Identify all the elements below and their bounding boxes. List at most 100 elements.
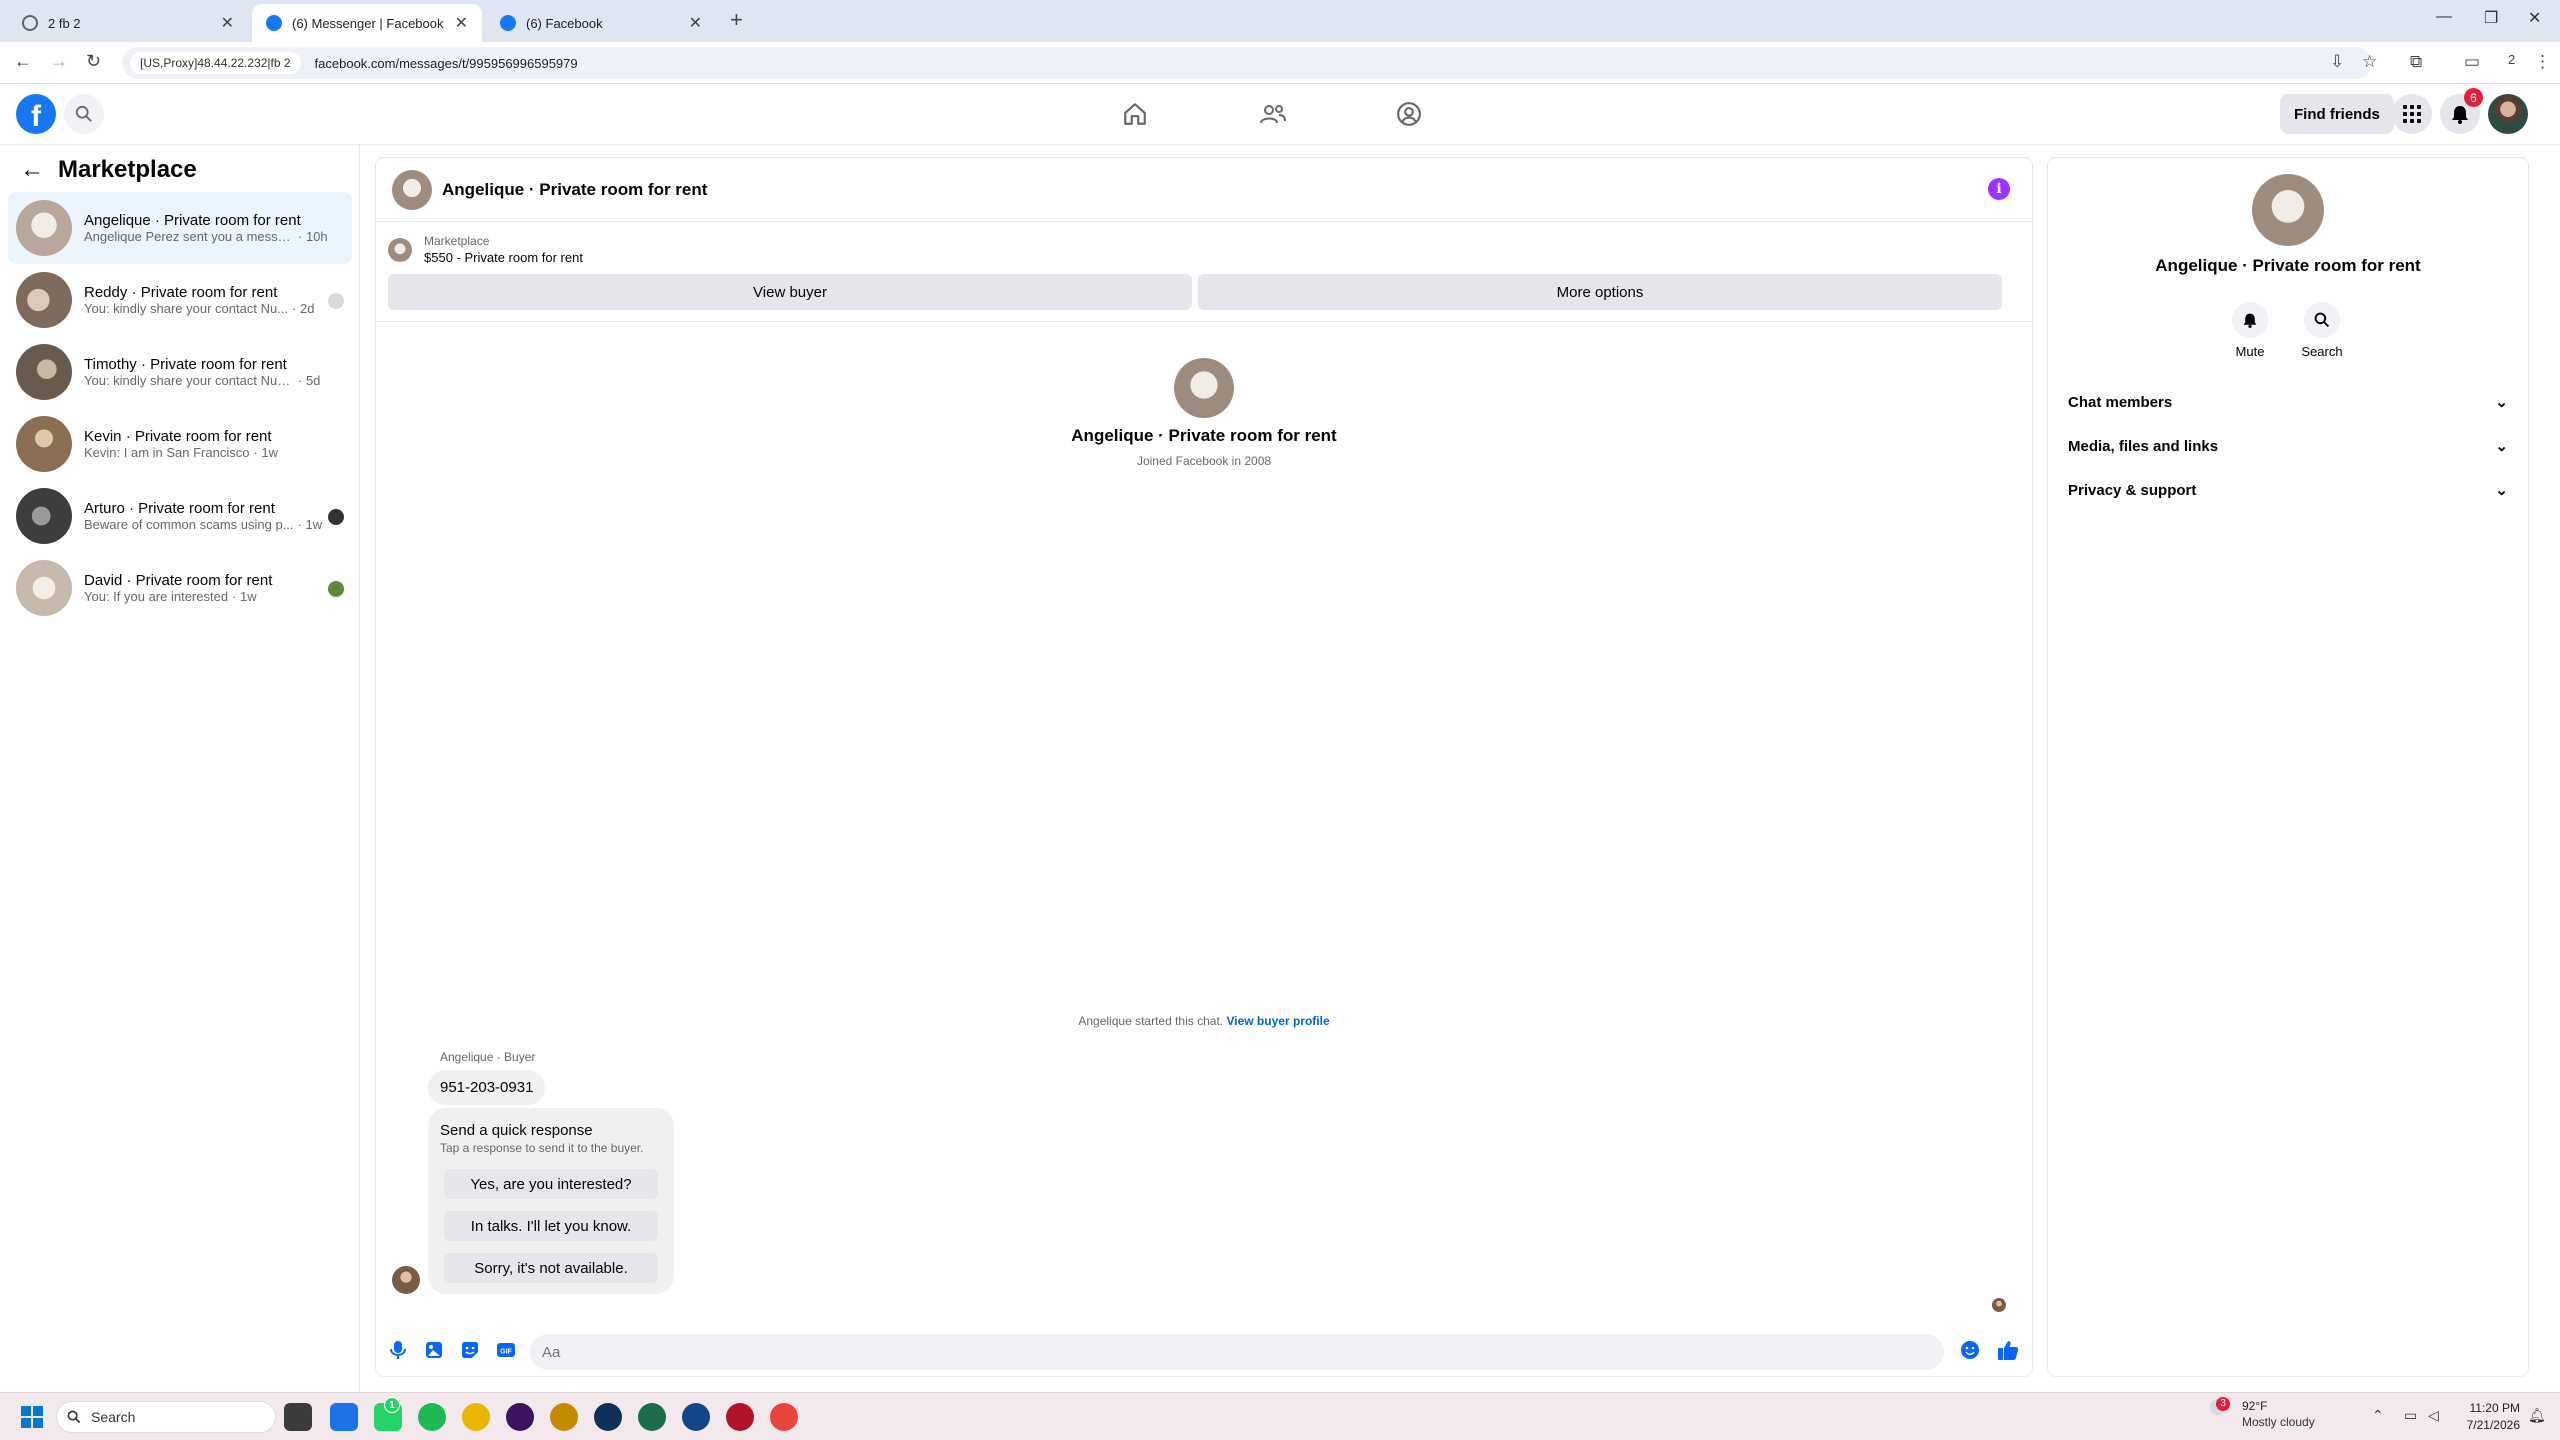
- view-buyer-button[interactable]: View buyer: [388, 274, 1192, 310]
- bookmark-star-icon[interactable]: ☆: [2362, 52, 2377, 72]
- more-options-button[interactable]: More options: [1198, 274, 2002, 310]
- section-label: Privacy & support: [2068, 481, 2197, 499]
- quick-response-button[interactable]: Yes, are you interested?: [444, 1169, 658, 1199]
- chat-avatar[interactable]: [392, 169, 432, 210]
- conversation-name: Arturo · Private room for rent: [84, 500, 275, 517]
- conversation-item[interactable]: Timothy · Private room for rent You: kin…: [8, 336, 352, 408]
- media-files-links-section[interactable]: Media, files and links ⌄: [2056, 424, 2520, 468]
- search-in-conversation-button[interactable]: Search: [2292, 302, 2352, 359]
- chat-members-section[interactable]: Chat members ⌄: [2056, 380, 2520, 424]
- intro-avatar: [1174, 358, 1234, 418]
- quick-response-button[interactable]: Sorry, it's not available.: [444, 1253, 658, 1283]
- chevron-down-icon: ⌄: [2495, 394, 2508, 411]
- profile-button[interactable]: [1394, 99, 1424, 129]
- conversation-item[interactable]: Kevin · Private room for rent Kevin: I a…: [8, 408, 352, 480]
- bell-icon: [2232, 302, 2268, 338]
- browser-tab-3[interactable]: (6) Facebook ✕: [486, 4, 716, 42]
- browser-tab-2[interactable]: (6) Messenger | Facebook ✕: [252, 4, 482, 42]
- browser-profile-5-icon[interactable]: [682, 1403, 710, 1431]
- chrome-icon[interactable]: [330, 1403, 358, 1431]
- menu-button[interactable]: [2392, 94, 2432, 134]
- listing-thumbnail: [388, 238, 412, 262]
- conversation-preview: Beware of common scams using p... · 1w: [84, 517, 334, 532]
- search-icon: [2304, 302, 2340, 338]
- home-button[interactable]: [1120, 99, 1150, 129]
- photo-icon[interactable]: [422, 1338, 446, 1362]
- omnibox[interactable]: [US,Proxy]48.44.22.232|fb 2 facebook.com…: [122, 47, 2372, 79]
- facebook-logo-icon[interactable]: f: [16, 94, 56, 134]
- forward-arrow-icon[interactable]: →: [50, 51, 68, 72]
- close-icon[interactable]: ✕: [455, 13, 468, 33]
- preview-text: Angelique Perez sent you a message...: [84, 229, 294, 244]
- conversation-item[interactable]: David · Private room for rent You: If yo…: [8, 552, 352, 624]
- message-input[interactable]: [530, 1334, 1944, 1370]
- extensions-icon[interactable]: ⧉: [2410, 52, 2422, 72]
- new-tab-button[interactable]: +: [730, 7, 743, 33]
- file-explorer-icon[interactable]: [284, 1403, 312, 1431]
- chrome-alt-icon[interactable]: [770, 1403, 798, 1431]
- spotify-icon[interactable]: [418, 1403, 446, 1431]
- profile-intro: Angelique · Private room for rent Joined…: [376, 358, 2032, 468]
- preview-text: You: kindly share your contact Numbe...: [84, 373, 294, 388]
- marketplace-sidebar: ← Marketplace Angelique · Private room f…: [0, 144, 360, 1392]
- seen-avatar-icon: [328, 293, 344, 309]
- profile-number[interactable]: 2: [2508, 52, 2515, 67]
- conversation-item[interactable]: Arturo · Private room for rent Beware of…: [8, 480, 352, 552]
- browser-tab-1[interactable]: 2 fb 2 ✕: [8, 4, 248, 42]
- reload-icon[interactable]: ↻: [86, 51, 101, 72]
- find-friends-button[interactable]: Find friends: [2280, 94, 2394, 134]
- browser-profile-2-icon[interactable]: [550, 1403, 578, 1431]
- mute-button[interactable]: Mute: [2220, 302, 2280, 359]
- gif-icon[interactable]: GIF: [494, 1338, 518, 1362]
- chat-started-notice: Angelique started this chat. View buyer …: [376, 1014, 2032, 1028]
- search-button[interactable]: [64, 94, 104, 134]
- browser-profile-3-icon[interactable]: [594, 1403, 622, 1431]
- conversation-name: Kevin · Private room for rent: [84, 428, 272, 445]
- install-app-icon[interactable]: ⇩: [2330, 52, 2344, 72]
- page-scrollbar[interactable]: [2540, 84, 2560, 1392]
- windows-start-icon[interactable]: [20, 1405, 44, 1429]
- taskbar-search[interactable]: Search: [56, 1401, 276, 1433]
- minimize-button[interactable]: —: [2436, 8, 2452, 26]
- back-arrow-icon[interactable]: ←: [14, 51, 32, 72]
- maximize-button[interactable]: ❐: [2484, 8, 2498, 28]
- browser-profile-6-icon[interactable]: [726, 1403, 754, 1431]
- microphone-icon[interactable]: [386, 1338, 410, 1362]
- seen-avatar-icon: [328, 509, 344, 525]
- notification-bell-icon[interactable]: 🔔︎: [2528, 1407, 2546, 1424]
- thumbs-up-icon[interactable]: [1996, 1338, 2020, 1362]
- volume-icon[interactable]: ◁: [2428, 1407, 2439, 1424]
- url-text[interactable]: facebook.com/messages/t/995956996595979: [315, 56, 578, 71]
- network-icon[interactable]: ▭: [2404, 1407, 2417, 1424]
- profile-circle-icon: [1397, 102, 1421, 126]
- info-icon[interactable]: i: [1988, 178, 2010, 200]
- side-panel-icon[interactable]: ▭: [2464, 52, 2480, 72]
- browser-profile-1-icon[interactable]: [506, 1403, 534, 1431]
- search-icon: [75, 105, 92, 122]
- view-buyer-profile-link[interactable]: View buyer profile: [1226, 1014, 1329, 1028]
- close-icon[interactable]: ✕: [221, 13, 234, 33]
- chevron-up-icon[interactable]: ⌃: [2372, 1407, 2384, 1424]
- close-window-button[interactable]: ✕: [2528, 8, 2541, 28]
- emoji-icon[interactable]: [1958, 1338, 1982, 1362]
- quick-response-button[interactable]: In talks. I'll let you know.: [444, 1211, 658, 1241]
- back-arrow-icon[interactable]: ←: [20, 156, 44, 184]
- account-avatar[interactable]: [2488, 94, 2528, 134]
- app-icon[interactable]: [462, 1403, 490, 1431]
- system-clock[interactable]: 11:20 PM 7/21/2026: [2440, 1400, 2520, 1434]
- conversation-item[interactable]: Reddy · Private room for rent You: kindl…: [8, 264, 352, 336]
- conversation-item[interactable]: Angelique · Private room for rent Angeli…: [8, 192, 352, 264]
- preview-time: · 1w: [253, 445, 279, 460]
- sticker-icon[interactable]: [458, 1338, 482, 1362]
- conversation-text: Angelique · Private room for rent Angeli…: [84, 212, 334, 244]
- chat-title[interactable]: Angelique · Private room for rent: [442, 180, 707, 200]
- menu-kebab-icon[interactable]: ⋮: [2534, 52, 2551, 72]
- preview-time: · 1w: [232, 589, 257, 604]
- weather-widget[interactable]: 3 92°F Mostly cloudy: [2210, 1397, 2315, 1429]
- privacy-support-section[interactable]: Privacy & support ⌄: [2056, 468, 2520, 512]
- friends-button[interactable]: [1258, 99, 1288, 129]
- site-info-chip[interactable]: [US,Proxy]48.44.22.232|fb 2: [130, 52, 301, 74]
- close-icon[interactable]: ✕: [689, 13, 702, 33]
- browser-profile-4-icon[interactable]: [638, 1403, 666, 1431]
- clock-time: 11:20 PM: [2469, 1401, 2520, 1415]
